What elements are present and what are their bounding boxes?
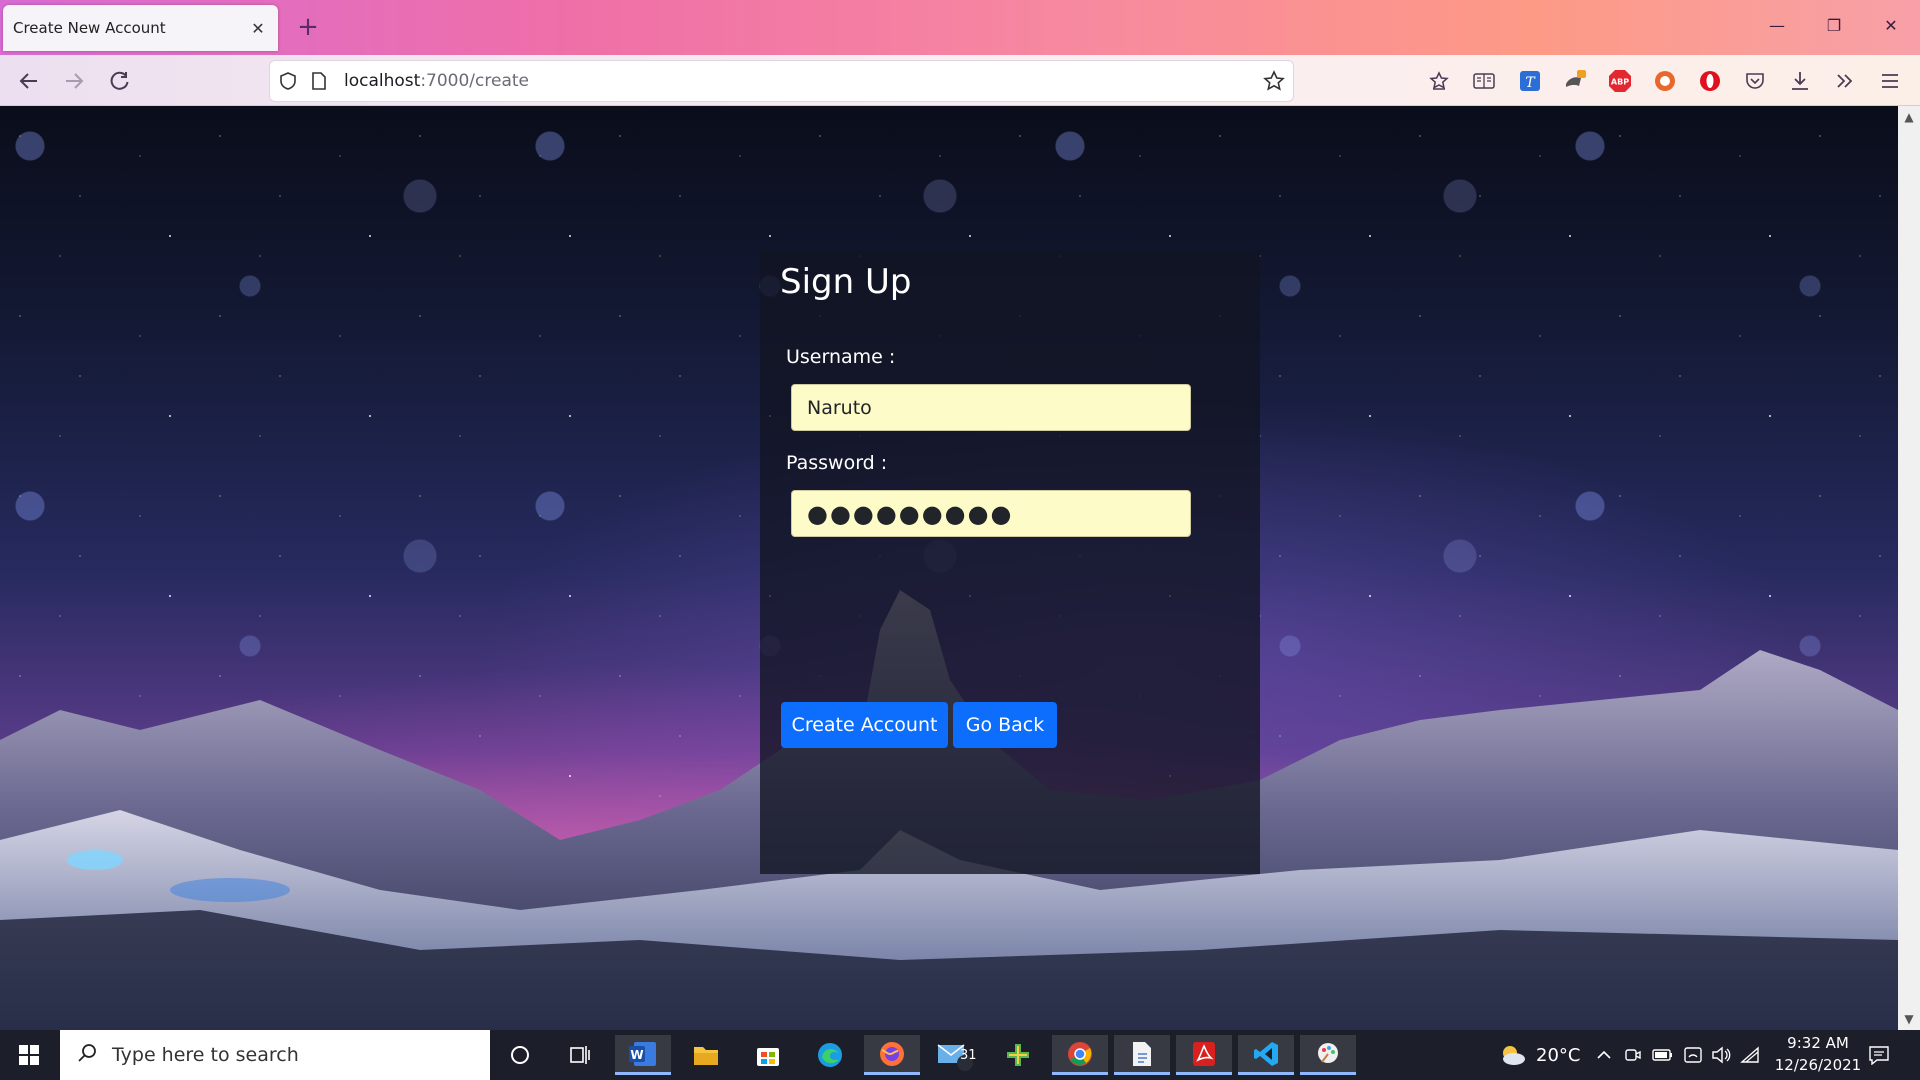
tab-close-icon[interactable]: ✕ — [248, 19, 268, 38]
scroll-up-icon[interactable]: ▲ — [1898, 106, 1920, 128]
search-icon — [76, 1042, 98, 1068]
page-viewport: Sign Up Username : Naruto Password : ●●●… — [0, 106, 1898, 1030]
notification-extension-icon[interactable] — [1561, 67, 1589, 95]
downloads-icon[interactable] — [1786, 67, 1814, 95]
taskbar-search-box[interactable]: Type here to search — [60, 1030, 490, 1080]
medical-app-icon[interactable] — [990, 1035, 1046, 1075]
go-back-button[interactable]: Go Back — [953, 702, 1057, 748]
browser-titlebar: Create New Account ✕ + — ❐ ✕ — [0, 0, 1920, 55]
search-placeholder: Type here to search — [112, 1044, 299, 1066]
translate-extension-icon[interactable]: T — [1516, 67, 1544, 95]
username-label: Username : — [786, 346, 896, 368]
svg-text:ABP: ABP — [1611, 78, 1629, 87]
wifi-icon[interactable] — [1740, 1030, 1760, 1080]
password-input[interactable]: ●●●●●●●●● — [791, 490, 1191, 537]
paint-app-icon[interactable] — [1300, 1035, 1356, 1075]
url-path: :7000/create — [420, 71, 529, 91]
minimize-button[interactable]: — — [1757, 8, 1797, 44]
task-view-icon[interactable] — [552, 1035, 608, 1075]
microsoft-store-icon[interactable] — [740, 1035, 796, 1075]
windows-start-icon[interactable] — [0, 1030, 58, 1080]
tab-title: Create New Account — [13, 19, 166, 37]
temperature-text: 20°C — [1536, 1044, 1581, 1066]
page-title: Sign Up — [780, 262, 912, 302]
adblock-plus-icon[interactable]: ABP — [1606, 67, 1634, 95]
browser-navbar: localhost:7000/create T ABP — [0, 55, 1920, 106]
scroll-down-icon[interactable]: ▼ — [1898, 1008, 1920, 1030]
taskbar-clock[interactable]: 9:32 AM 12/26/2021 — [1768, 1032, 1868, 1076]
pocket-save-icon[interactable] — [1741, 67, 1769, 95]
restore-button[interactable]: ❐ — [1814, 8, 1854, 44]
mail-badge: 31 — [960, 1048, 977, 1063]
document-editor-icon[interactable] — [1114, 1035, 1170, 1075]
username-input[interactable]: Naruto — [791, 384, 1191, 431]
close-window-button[interactable]: ✕ — [1871, 8, 1911, 44]
page-info-icon[interactable] — [310, 71, 328, 95]
clock-date: 12/26/2021 — [1774, 1056, 1862, 1074]
chrome-icon[interactable] — [1052, 1035, 1108, 1075]
browser-tab-active[interactable]: Create New Account ✕ — [3, 5, 278, 51]
pocket-list-icon[interactable] — [1425, 67, 1453, 95]
url-host: localhost — [344, 71, 421, 91]
firefox-icon[interactable] — [864, 1035, 920, 1075]
cortana-icon[interactable] — [492, 1035, 548, 1075]
opera-extension-icon[interactable] — [1696, 67, 1724, 95]
svg-text:W: W — [630, 1048, 643, 1062]
new-tab-button[interactable]: + — [293, 10, 323, 44]
duckduckgo-extension-icon[interactable] — [1651, 67, 1679, 95]
weather-cloud-sun-icon — [1503, 1046, 1525, 1065]
forward-arrow-icon[interactable] — [58, 65, 90, 97]
address-bar[interactable]: localhost:7000/create — [270, 61, 1293, 101]
vertical-scrollbar[interactable]: ▲ ▼ — [1898, 106, 1920, 1030]
network-share-icon[interactable] — [1683, 1030, 1703, 1080]
vscode-icon[interactable] — [1238, 1035, 1294, 1075]
show-hidden-icons-chevron-icon[interactable] — [1596, 1030, 1612, 1080]
notification-center-icon[interactable] — [1868, 1030, 1890, 1080]
hamburger-menu-icon[interactable] — [1876, 67, 1904, 95]
create-account-button[interactable]: Create Account — [781, 702, 948, 748]
clock-time: 9:32 AM — [1787, 1034, 1849, 1052]
acrobat-reader-icon[interactable] — [1176, 1035, 1232, 1075]
file-explorer-icon[interactable] — [678, 1035, 734, 1075]
signup-card: Sign Up Username : Naruto Password : ●●●… — [760, 250, 1260, 874]
bookmark-star-icon[interactable] — [1263, 70, 1285, 96]
edge-browser-icon[interactable] — [802, 1035, 858, 1075]
battery-icon[interactable] — [1652, 1030, 1674, 1080]
shield-icon[interactable] — [278, 71, 298, 95]
word-app-icon[interactable]: W — [615, 1035, 671, 1075]
windows-taskbar: Type here to search W 31 20°C 9:32 AM 12… — [0, 1030, 1920, 1080]
back-arrow-icon[interactable] — [13, 65, 45, 97]
mail-icon[interactable]: 31 — [928, 1035, 984, 1075]
meet-now-icon[interactable] — [1624, 1030, 1642, 1080]
reader-view-icon[interactable] — [1470, 67, 1498, 95]
reload-icon[interactable] — [104, 65, 136, 97]
more-tools-chevron-icon[interactable] — [1831, 67, 1859, 95]
password-label: Password : — [786, 452, 888, 474]
weather-widget[interactable]: 20°C — [1498, 1030, 1580, 1080]
volume-icon[interactable] — [1711, 1030, 1731, 1080]
